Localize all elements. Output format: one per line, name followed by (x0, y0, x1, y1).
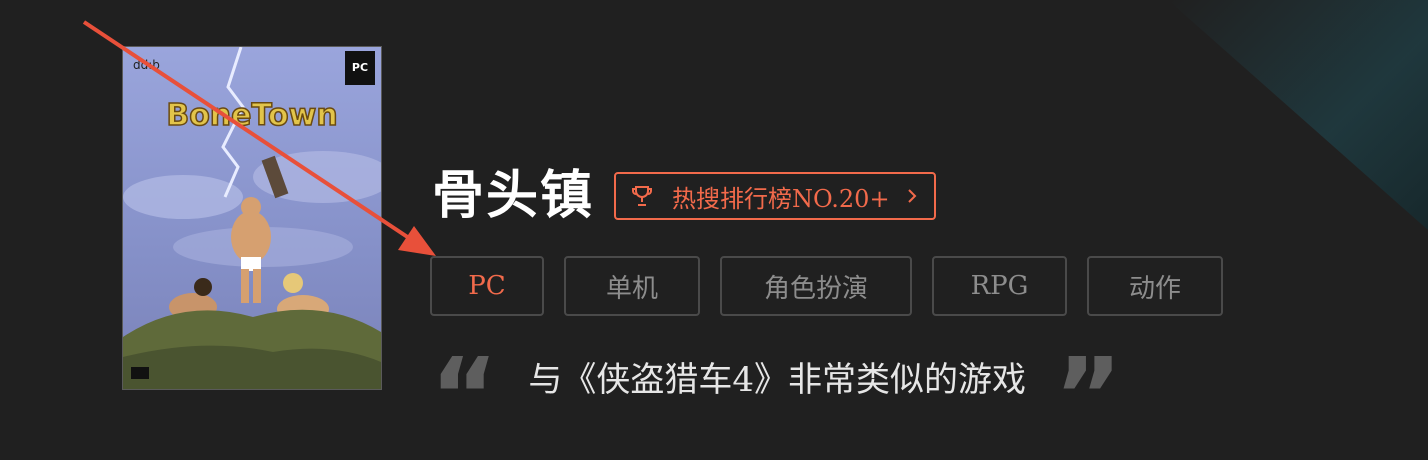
game-title: 骨头镇 (432, 165, 595, 226)
tag-rpg[interactable]: RPG (932, 256, 1067, 316)
background-accent (1168, 0, 1428, 230)
tag-role-playing[interactable]: 角色扮演 (720, 256, 912, 316)
chevron-right-icon (907, 189, 916, 203)
trophy-icon (632, 186, 653, 206)
open-quote-icon: “ (430, 336, 499, 416)
tag-list: PC 单机 角色扮演 RPG 动作 (430, 256, 1243, 316)
game-cover-image[interactable]: BoneTown PC dd:b (122, 46, 382, 390)
rank-badge-text: 热搜排行榜NO.20+ (672, 184, 890, 213)
description-quote: “ 与《侠盗猎车4》非常类似的游戏 ” (430, 336, 1122, 416)
tag-pc[interactable]: PC (430, 256, 544, 316)
description-text: 与《侠盗猎车4》非常类似的游戏 (528, 359, 1026, 400)
hot-search-rank-badge[interactable]: 热搜排行榜NO.20+ (614, 172, 936, 220)
title-row: 骨头镇 热搜排行榜NO.20+ (432, 164, 936, 228)
cover-logo: BoneTown (166, 98, 337, 133)
tag-action[interactable]: 动作 (1087, 256, 1223, 316)
close-quote-icon: ” (1054, 336, 1123, 416)
cover-platform-badge: PC (352, 61, 368, 74)
tag-standalone[interactable]: 单机 (564, 256, 700, 316)
svg-text:dd:b: dd:b (133, 58, 160, 72)
